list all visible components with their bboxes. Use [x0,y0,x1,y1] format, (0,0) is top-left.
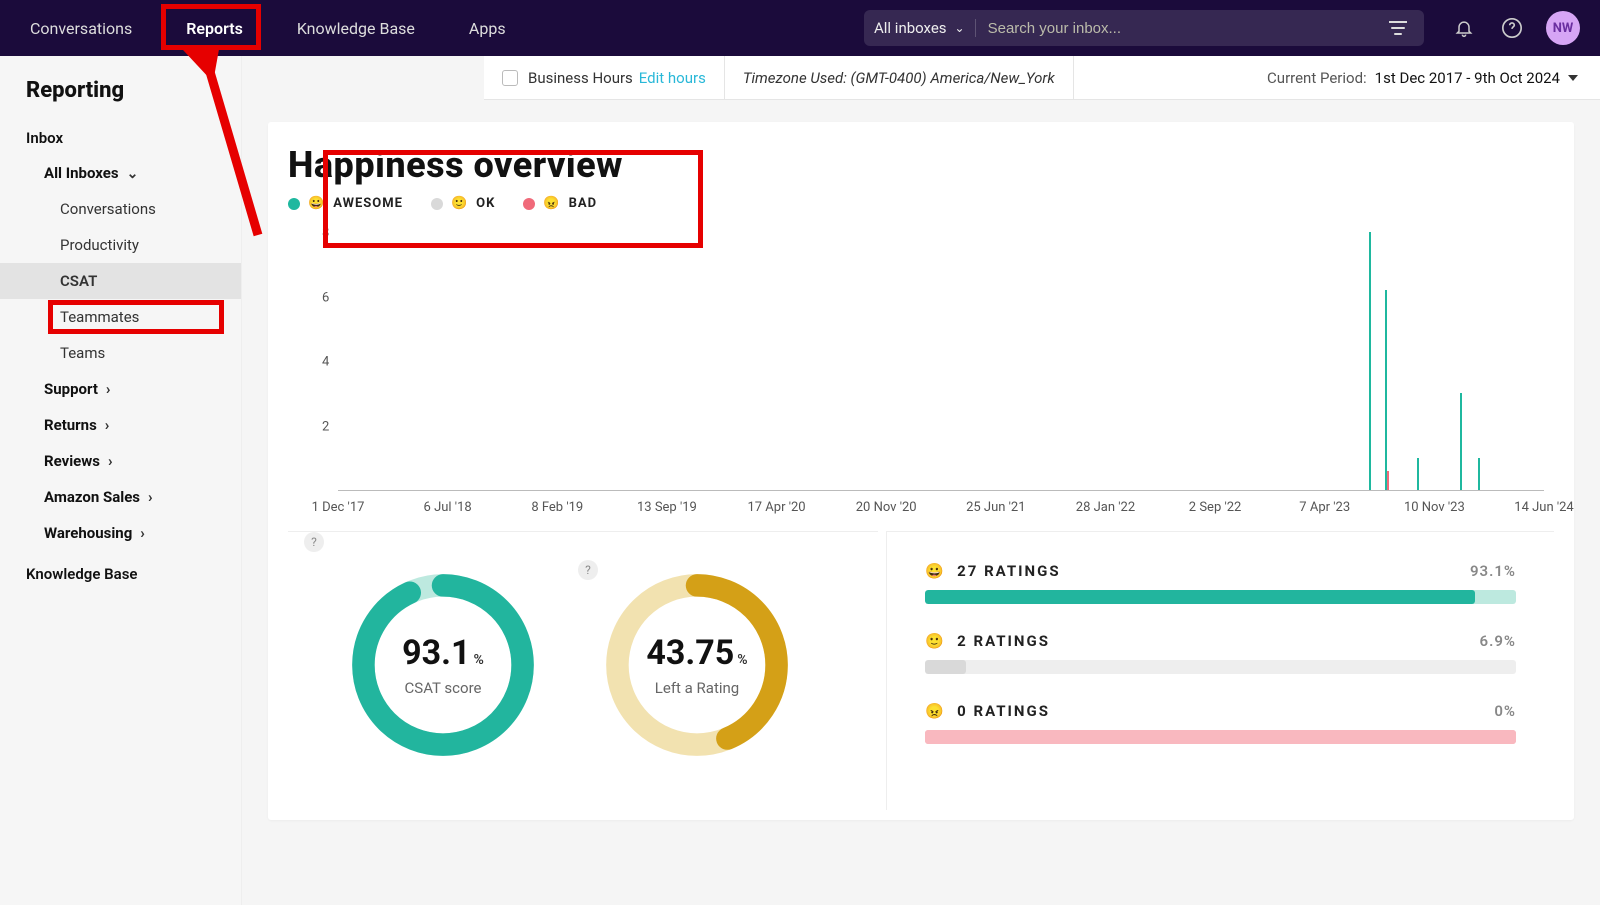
happiness-card: Happiness overview 😀 AWESOME 🙂 OK 😠 BAD [268,122,1574,820]
rating-label: 😀 27 RATINGS [925,562,1061,580]
left-rating-label: Left a Rating [655,679,739,697]
page-title: Happiness overview [288,144,1554,186]
happiness-chart: 2 4 6 8 1 Dec '17 6 Jul '18 8 Feb '19 13 Sep '1… [288,223,1554,523]
secondary-bar: Business Hours Edit hours Timezone Used:… [484,56,1600,100]
x-tick: 2 Sep '22 [1189,500,1242,515]
chevron-right-icon [108,452,113,470]
business-hours-checkbox[interactable] [502,70,518,86]
rating-pct: 6.9% [1480,632,1516,650]
inbox-selector[interactable]: All inboxes ⌄ [874,19,976,37]
x-tick: 17 Apr '20 [747,500,805,515]
sidebar-group-support[interactable]: Support [0,371,241,407]
sidebar-section-inbox: Inbox [0,121,241,155]
csat-label: CSAT score [405,679,482,697]
main: Business Hours Edit hours Timezone Used:… [242,56,1600,820]
csat-value: 93.1 [402,633,470,673]
inbox-selector-label: All inboxes [874,19,947,37]
sidebar-group-warehousing[interactable]: Warehousing [0,515,241,551]
x-tick: 28 Jan '22 [1076,500,1135,515]
y-tick: 4 [322,355,329,370]
search-input[interactable] [976,20,1382,37]
legend-ok: 🙂 OK [431,196,495,211]
x-tick: 20 Nov '20 [856,500,917,515]
ratings-breakdown: 😀 27 RATINGS 93.1% 🙂 2 RATINGS 6.9% 😠 0 RATI… [886,531,1554,810]
rating-bar [925,590,1516,604]
rating-bar [925,730,1516,744]
avatar[interactable]: NW [1546,11,1580,45]
chevron-right-icon [106,380,111,398]
x-tick: 6 Jul '18 [424,500,472,515]
help-icon[interactable] [1498,14,1526,42]
sidebar-link-csat[interactable]: CSAT [0,263,241,299]
y-tick: 8 [322,226,329,241]
x-tick: 13 Sep '19 [637,500,697,515]
x-tick: 1 Dec '17 [312,500,365,515]
sidebar-section-kb[interactable]: Knowledge Base [0,551,241,591]
legend-dot [288,198,300,210]
chevron-right-icon [140,524,145,542]
chart-bar [1417,458,1419,490]
chart-bar [1387,471,1389,490]
sidebar-title: Reporting [0,78,241,121]
legend-dot [523,198,535,210]
help-icon[interactable]: ? [304,532,324,552]
chart-bar [1369,232,1371,490]
period-label: Current Period: [1267,69,1367,87]
nav-conversations[interactable]: Conversations [20,13,142,44]
chevron-right-icon [148,488,153,506]
x-tick: 25 Jun '21 [966,500,1025,515]
rating-row: 😀 27 RATINGS 93.1% [925,562,1516,604]
chart-bar [1460,393,1462,490]
y-tick: 2 [322,419,329,434]
sidebar-group-amazon-sales[interactable]: Amazon Sales [0,479,241,515]
nav-reports[interactable]: Reports [176,13,253,44]
period-value: 1st Dec 2017 - 9th Oct 2024 [1375,69,1560,87]
rating-label: 🙂 2 RATINGS [925,632,1050,650]
sidebar-link-teammates[interactable]: Teammates [0,299,241,335]
rating-pct: 0% [1494,702,1516,720]
rating-row: 🙂 2 RATINGS 6.9% [925,632,1516,674]
nav-apps[interactable]: Apps [459,13,516,44]
chart-bar [1385,290,1387,490]
sidebar-group-returns[interactable]: Returns [0,407,241,443]
chevron-down-icon: ⌄ [955,21,965,35]
search-bar: All inboxes ⌄ [864,10,1424,46]
rating-bar [925,660,1516,674]
business-hours-label: Business Hours [528,69,633,87]
chevron-down-icon [127,164,139,182]
sidebar: Reporting Inbox All Inboxes Conversation… [0,56,242,905]
y-tick: 6 [322,290,329,305]
x-tick: 8 Feb '19 [531,500,583,515]
sidebar-link-productivity[interactable]: Productivity [0,227,241,263]
donut-panel: ? 93.1% CSAT score ? [288,531,878,810]
dropdown-caret-icon [1568,75,1578,81]
sidebar-link-conversations[interactable]: Conversations [0,191,241,227]
legend-awesome: 😀 AWESOME [288,196,403,211]
x-tick: 14 Jun '24 [1514,500,1573,515]
x-tick: 7 Apr '23 [1299,500,1350,515]
top-nav: Conversations Reports Knowledge Base App… [0,0,1600,56]
nav-knowledge-base[interactable]: Knowledge Base [287,13,425,44]
edit-hours-link[interactable]: Edit hours [639,69,706,87]
rating-label: 😠 0 RATINGS [925,702,1050,720]
rating-pct: 93.1% [1470,562,1516,580]
chart-bar [1478,458,1480,490]
timezone-label: Timezone Used: (GMT-0400) America/New_Yo… [725,56,1074,99]
rating-row: 😠 0 RATINGS 0% [925,702,1516,744]
bell-icon[interactable] [1450,14,1478,42]
sidebar-group-reviews[interactable]: Reviews [0,443,241,479]
sidebar-all-inboxes[interactable]: All Inboxes [0,155,241,191]
chart-legend: 😀 AWESOME 🙂 OK 😠 BAD [288,196,1554,211]
left-rating-value: 43.75 [646,633,734,673]
x-tick: 10 Nov '23 [1404,500,1465,515]
legend-dot [431,198,443,210]
period-selector[interactable]: Current Period: 1st Dec 2017 - 9th Oct 2… [1245,69,1600,87]
legend-bad: 😠 BAD [523,196,597,211]
sidebar-link-teams[interactable]: Teams [0,335,241,371]
filter-icon[interactable] [1382,14,1414,42]
chevron-right-icon [105,416,110,434]
